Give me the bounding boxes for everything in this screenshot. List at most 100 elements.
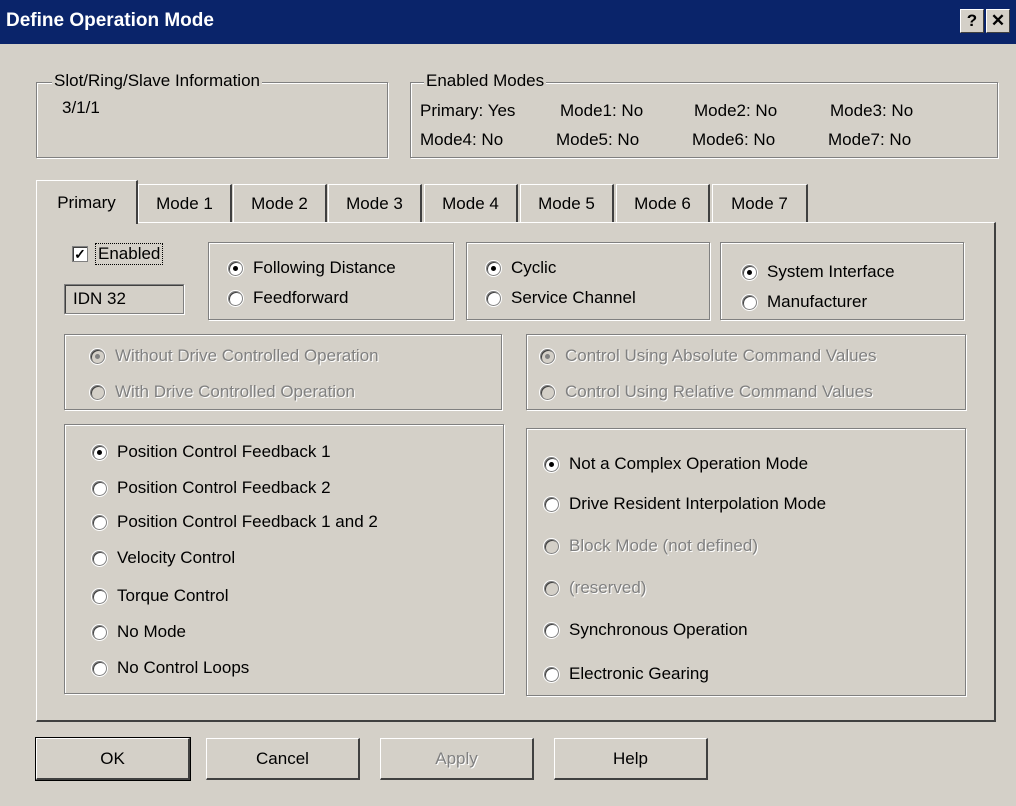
enabled-modes-label: Enabled Modes bbox=[424, 71, 547, 91]
radio-label: Position Control Feedback 2 bbox=[117, 478, 331, 497]
radio-torque-control[interactable]: Torque Control bbox=[92, 586, 229, 606]
radio-selected-icon bbox=[540, 348, 555, 364]
button-label: Help bbox=[613, 748, 648, 768]
enabled-checkbox[interactable]: ✓ Enabled bbox=[72, 243, 164, 265]
slot-info-value: 3/1/1 bbox=[62, 98, 100, 117]
tab-label: Mode 2 bbox=[251, 193, 308, 213]
radio-position-feedback-1-and-2[interactable]: Position Control Feedback 1 and 2 bbox=[92, 512, 378, 532]
tab-mode-4[interactable]: Mode 4 bbox=[424, 184, 518, 222]
idn-field: IDN 32 bbox=[64, 284, 184, 314]
radio-selected-icon bbox=[90, 348, 105, 364]
radio-with-drive-controlled: With Drive Controlled Operation bbox=[90, 382, 355, 402]
radio-selected-icon bbox=[92, 444, 107, 460]
radio-label: Position Control Feedback 1 bbox=[117, 442, 331, 461]
radio-feedforward[interactable]: Feedforward bbox=[228, 288, 348, 308]
radio-icon bbox=[92, 660, 107, 676]
radio-label: System Interface bbox=[767, 262, 895, 281]
radio-no-mode[interactable]: No Mode bbox=[92, 622, 186, 642]
tab-mode-2[interactable]: Mode 2 bbox=[233, 184, 327, 222]
tab-mode-1[interactable]: Mode 1 bbox=[138, 184, 232, 222]
radio-icon bbox=[742, 294, 757, 310]
tab-label: Mode 1 bbox=[156, 193, 213, 213]
radio-icon bbox=[544, 666, 559, 682]
tab-label: Mode 6 bbox=[634, 193, 691, 213]
tab-label: Mode 3 bbox=[346, 193, 403, 213]
radio-label: Feedforward bbox=[253, 288, 349, 307]
distance-group bbox=[208, 242, 454, 320]
radio-label: Torque Control bbox=[117, 586, 229, 605]
radio-icon bbox=[544, 622, 559, 638]
radio-icon bbox=[544, 496, 559, 512]
radio-icon bbox=[540, 384, 555, 400]
radio-label: Service Channel bbox=[511, 288, 636, 307]
button-label: OK bbox=[100, 748, 125, 768]
radio-following-distance[interactable]: Following Distance bbox=[228, 258, 396, 278]
idn-value: IDN 32 bbox=[73, 289, 126, 308]
close-icon[interactable]: ✕ bbox=[986, 9, 1010, 33]
window-title: Define Operation Mode bbox=[6, 10, 214, 31]
radio-reserved: (reserved) bbox=[544, 578, 646, 598]
radio-label: Electronic Gearing bbox=[569, 664, 709, 683]
tab-mode-3[interactable]: Mode 3 bbox=[328, 184, 422, 222]
tab-mode-5[interactable]: Mode 5 bbox=[520, 184, 614, 222]
tab-mode-7[interactable]: Mode 7 bbox=[712, 184, 808, 222]
button-label: Apply bbox=[435, 748, 478, 768]
radio-label: No Control Loops bbox=[117, 658, 250, 677]
mode-status-1: Mode1: No bbox=[560, 101, 644, 120]
radio-cyclic[interactable]: Cyclic bbox=[486, 258, 556, 278]
radio-icon bbox=[228, 290, 243, 306]
radio-selected-icon bbox=[742, 264, 757, 280]
mode-status-primary: Primary: Yes bbox=[420, 101, 516, 120]
slot-info-group bbox=[36, 82, 388, 158]
radio-label: No Mode bbox=[117, 622, 186, 641]
mode-status-6: Mode6: No bbox=[692, 130, 776, 149]
radio-electronic-gearing[interactable]: Electronic Gearing bbox=[544, 664, 709, 684]
tab-label: Mode 4 bbox=[442, 193, 499, 213]
tab-label: Primary bbox=[57, 192, 116, 212]
ok-button[interactable]: OK bbox=[35, 737, 191, 781]
mode-status-4: Mode4: No bbox=[420, 130, 504, 149]
radio-drive-resident-interpolation[interactable]: Drive Resident Interpolation Mode bbox=[544, 494, 826, 514]
radio-label: Control Using Absolute Command Values bbox=[565, 346, 877, 365]
radio-label: Velocity Control bbox=[117, 548, 236, 567]
radio-selected-icon bbox=[228, 260, 243, 276]
radio-not-complex[interactable]: Not a Complex Operation Mode bbox=[544, 454, 808, 474]
radio-label: Drive Resident Interpolation Mode bbox=[569, 494, 827, 513]
mode-status-2: Mode2: No bbox=[694, 101, 778, 120]
mode-status-7: Mode7: No bbox=[828, 130, 912, 149]
radio-label: Without Drive Controlled Operation bbox=[115, 346, 379, 365]
radio-selected-icon bbox=[486, 260, 501, 276]
button-label: Cancel bbox=[256, 748, 309, 768]
help-button[interactable]: Help bbox=[554, 738, 708, 780]
radio-label: Synchronous Operation bbox=[569, 620, 748, 639]
radio-icon bbox=[92, 624, 107, 640]
tab-mode-6[interactable]: Mode 6 bbox=[616, 184, 710, 222]
cancel-button[interactable]: Cancel bbox=[206, 738, 360, 780]
radio-service-channel[interactable]: Service Channel bbox=[486, 288, 636, 308]
radio-synchronous-operation[interactable]: Synchronous Operation bbox=[544, 620, 748, 640]
radio-icon bbox=[92, 588, 107, 604]
radio-system-interface[interactable]: System Interface bbox=[742, 262, 895, 282]
radio-position-feedback-1[interactable]: Position Control Feedback 1 bbox=[92, 442, 331, 462]
radio-selected-icon bbox=[544, 456, 559, 472]
checkmark-icon: ✓ bbox=[72, 246, 88, 262]
channel-group bbox=[466, 242, 710, 320]
radio-label: Control Using Relative Command Values bbox=[565, 382, 873, 401]
radio-icon bbox=[90, 384, 105, 400]
radio-velocity-control[interactable]: Velocity Control bbox=[92, 548, 235, 568]
radio-label: Cyclic bbox=[511, 258, 557, 277]
radio-manufacturer[interactable]: Manufacturer bbox=[742, 292, 867, 312]
radio-icon bbox=[92, 550, 107, 566]
radio-label: (reserved) bbox=[569, 578, 647, 597]
radio-icon bbox=[486, 290, 501, 306]
mode-status-3: Mode3: No bbox=[830, 101, 914, 120]
tab-primary[interactable]: Primary bbox=[36, 180, 138, 224]
mode-status-5: Mode5: No bbox=[556, 130, 640, 149]
radio-icon bbox=[544, 538, 559, 554]
radio-absolute-command: Control Using Absolute Command Values bbox=[540, 346, 877, 366]
radio-position-feedback-2[interactable]: Position Control Feedback 2 bbox=[92, 478, 331, 498]
help-icon[interactable]: ? bbox=[960, 9, 984, 33]
tab-label: Mode 5 bbox=[538, 193, 595, 213]
radio-icon bbox=[544, 580, 559, 596]
radio-no-control-loops[interactable]: No Control Loops bbox=[92, 658, 249, 678]
